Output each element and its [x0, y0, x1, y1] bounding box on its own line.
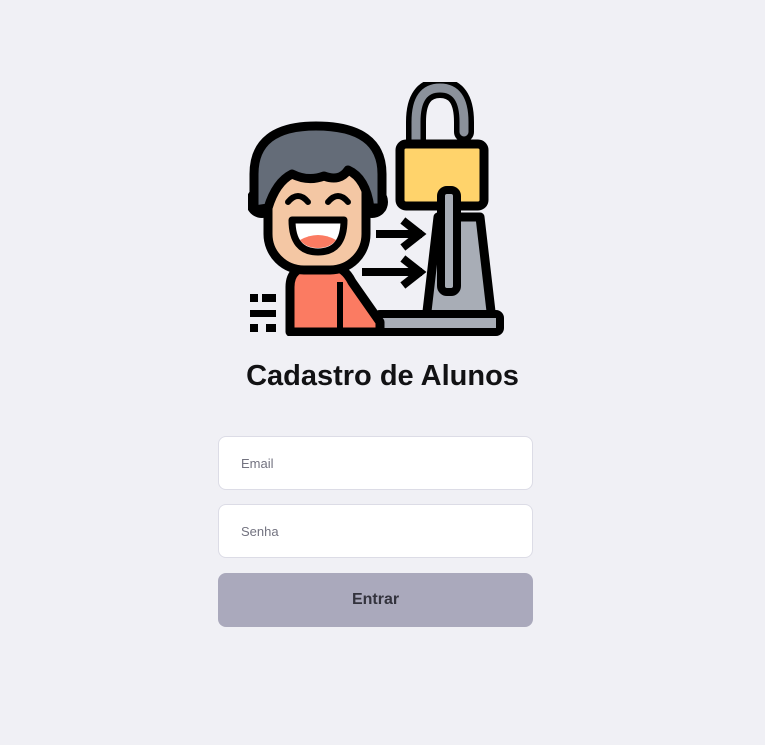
login-page: Cadastro de Alunos Entrar	[0, 0, 765, 745]
login-button[interactable]: Entrar	[218, 573, 533, 627]
login-form: Entrar	[218, 436, 533, 627]
page-title: Cadastro de Alunos	[246, 360, 519, 392]
password-field[interactable]	[218, 504, 533, 558]
student-login-illustration-icon	[248, 82, 504, 336]
email-field[interactable]	[218, 436, 533, 490]
